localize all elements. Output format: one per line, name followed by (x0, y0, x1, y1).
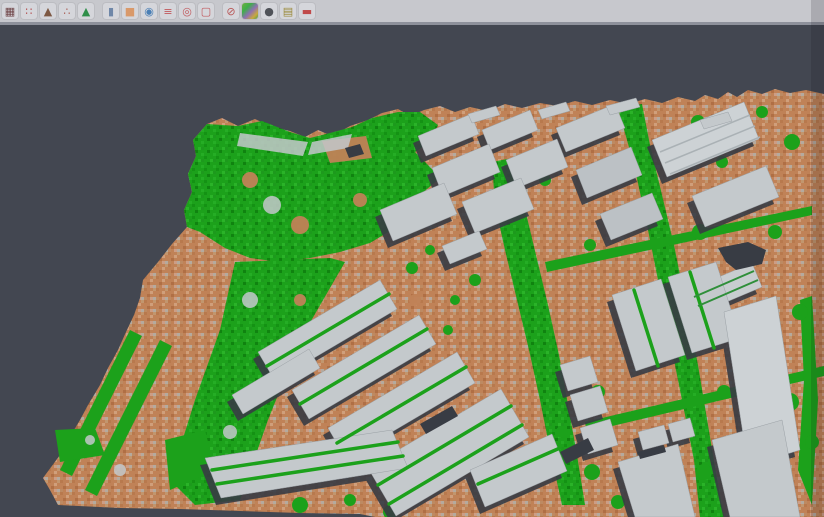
clip-region-icon[interactable]: ⊘ (223, 3, 239, 19)
open-project-icon-glyph: ▦ (5, 6, 15, 17)
vegetation-extraction-icon-glyph: ▲ (82, 6, 90, 17)
terrain-model-icon-glyph: ▲ (44, 6, 52, 17)
globe-view-icon-glyph: ◉ (144, 6, 154, 17)
classify-points-icon-glyph: ∷ (26, 6, 33, 17)
open-project-icon[interactable]: ▦ (2, 3, 18, 19)
terrain-model-icon[interactable]: ▲ (40, 3, 56, 19)
layer-stack-icon-glyph: ≡ (163, 6, 172, 17)
viewport-3d[interactable] (0, 0, 824, 517)
snapshot-icon[interactable]: ● (261, 3, 277, 19)
classified-cloud-icon[interactable] (242, 3, 258, 19)
zoom-extent-icon-glyph: ▢ (201, 6, 211, 17)
area-selection-icon[interactable]: ■ (122, 3, 138, 19)
window-edge-strip (811, 0, 824, 517)
zoom-extent-icon[interactable]: ▢ (198, 3, 214, 19)
circle-select-icon-glyph: ◎ (182, 6, 192, 17)
report-icon[interactable]: ▤ (280, 3, 296, 19)
flag-marker-icon[interactable]: ▬ (299, 3, 315, 19)
globe-view-icon[interactable]: ◉ (141, 3, 157, 19)
classify-points-icon[interactable]: ∷ (21, 3, 37, 19)
layer-stack-icon[interactable]: ≡ (160, 3, 176, 19)
vegetation-extraction-icon[interactable]: ▲ (78, 3, 94, 19)
area-selection-icon-glyph: ■ (125, 6, 135, 17)
circle-select-icon[interactable]: ◎ (179, 3, 195, 19)
flag-marker-icon-glyph: ▬ (302, 6, 312, 17)
clip-region-icon-glyph: ⊘ (226, 6, 235, 17)
profile-view-icon[interactable]: ▮ (103, 3, 119, 19)
profile-view-icon-glyph: ▮ (108, 6, 114, 17)
scene-canvas (0, 0, 824, 517)
toolbar-group-2: ▮ ■ ◉ ≡ ◎ ▢ (103, 3, 214, 19)
main-toolbar: ▦ ∷ ▲ ∴ ▲ ▮ ■ ◉ ≡ ◎ ▢ ⊘ ● ▤ ▬ (0, 0, 824, 25)
ground-points-icon-glyph: ∴ (64, 6, 71, 17)
report-icon-glyph: ▤ (283, 6, 293, 17)
toolbar-group-3: ⊘ ● ▤ ▬ (223, 3, 315, 19)
ground-points-icon[interactable]: ∴ (59, 3, 75, 19)
toolbar-group-1: ▦ ∷ ▲ ∴ ▲ (2, 3, 94, 19)
snapshot-icon-glyph: ● (264, 6, 274, 17)
